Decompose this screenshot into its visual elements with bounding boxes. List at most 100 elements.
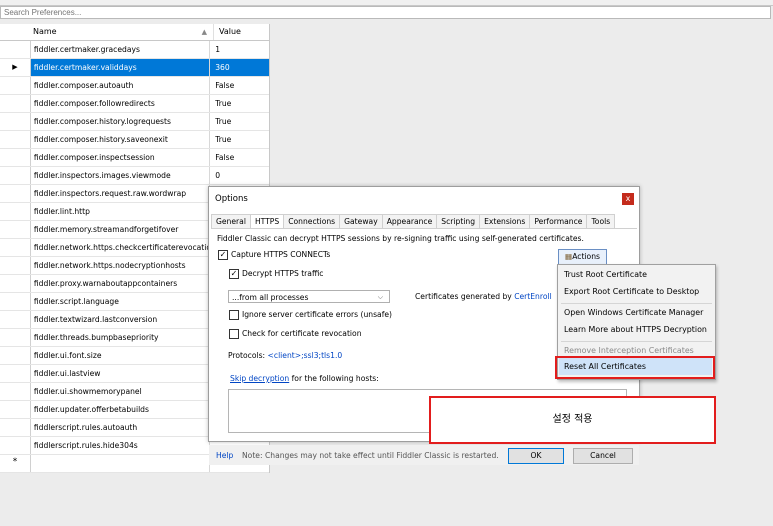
- table-row[interactable]: fiddler.composer.history.saveonexit True: [0, 131, 269, 149]
- preference-name[interactable]: fiddler.lint.http: [31, 203, 211, 220]
- preference-name[interactable]: fiddler.network.https.checkcertificatere…: [31, 239, 211, 256]
- row-selector[interactable]: [0, 275, 31, 292]
- preference-name[interactable]: fiddler.composer.autoauth: [31, 77, 211, 94]
- capture-https-checkbox[interactable]: ✓: [218, 250, 228, 260]
- preference-value[interactable]: False: [210, 149, 269, 166]
- table-row[interactable]: fiddler.inspectors.images.viewmode 0: [0, 167, 269, 185]
- preference-name[interactable]: fiddler.network.https.nodecryptionhosts: [31, 257, 211, 274]
- row-selector[interactable]: [0, 347, 31, 364]
- value-column-header[interactable]: Value: [214, 24, 241, 40]
- name-column-header[interactable]: Name ▲: [30, 24, 214, 40]
- menu-trust-root-certificate[interactable]: Trust Root Certificate: [564, 270, 647, 279]
- preference-name[interactable]: fiddler.certmaker.gracedays: [31, 41, 211, 58]
- actions-button[interactable]: ▦Actions: [558, 249, 607, 265]
- row-selector[interactable]: [0, 131, 31, 148]
- process-filter-select[interactable]: ...from all processes ⌵: [228, 290, 390, 303]
- new-row-name[interactable]: [31, 455, 211, 472]
- preference-value[interactable]: 0: [210, 167, 269, 184]
- table-row[interactable]: fiddler.composer.history.logrequests True: [0, 113, 269, 131]
- search-preferences-input[interactable]: [0, 6, 771, 19]
- row-selector[interactable]: [0, 257, 31, 274]
- row-selector[interactable]: [0, 113, 31, 130]
- preference-name[interactable]: fiddler.updater.offerbetabuilds: [31, 401, 211, 418]
- row-selector[interactable]: [0, 383, 31, 400]
- preference-name[interactable]: fiddlerscript.rules.hide304s: [31, 437, 211, 454]
- preference-name[interactable]: fiddlerscript.rules.autoauth: [31, 419, 211, 436]
- table-row[interactable]: fiddler.composer.autoauth False: [0, 77, 269, 95]
- sort-up-icon: ▲: [201, 28, 207, 36]
- decrypt-https-checkbox[interactable]: ✓: [229, 269, 239, 279]
- preference-name[interactable]: fiddler.composer.followredirects: [31, 95, 211, 112]
- protocols-text: Protocols: <client>;ssl3;tls1.0: [228, 351, 343, 360]
- row-selector[interactable]: [0, 365, 31, 382]
- preference-name[interactable]: fiddler.threads.bumpbasepriority: [31, 329, 211, 346]
- ignore-cert-errors-checkbox[interactable]: [229, 310, 239, 320]
- help-link[interactable]: Help: [216, 451, 233, 460]
- row-selector[interactable]: [0, 311, 31, 328]
- row-selector[interactable]: [0, 419, 31, 436]
- preference-name[interactable]: fiddler.script.language: [31, 293, 211, 310]
- table-row[interactable]: fiddler.certmaker.gracedays 1: [0, 41, 269, 59]
- chevron-down-icon: ⌵: [377, 293, 383, 301]
- row-selector[interactable]: [0, 221, 31, 238]
- row-selector[interactable]: [0, 185, 31, 202]
- preference-name[interactable]: fiddler.textwizard.lastconversion: [31, 311, 211, 328]
- tab-gateway[interactable]: Gateway: [339, 214, 383, 228]
- certenroll-link[interactable]: CertEnroll: [514, 292, 552, 301]
- row-selector[interactable]: [0, 77, 31, 94]
- tab-https[interactable]: HTTPS: [249, 214, 285, 229]
- table-row[interactable]: fiddler.composer.followredirects True: [0, 95, 269, 113]
- tab-appearance[interactable]: Appearance: [381, 214, 438, 228]
- preference-value[interactable]: False: [210, 77, 269, 94]
- preference-name[interactable]: fiddler.composer.inspectsession: [31, 149, 211, 166]
- row-selector[interactable]: [0, 41, 31, 58]
- close-icon[interactable]: x: [622, 193, 634, 205]
- menu-open-certificate-manager[interactable]: Open Windows Certificate Manager: [564, 308, 703, 317]
- https-intro-text: Fiddler Classic can decrypt HTTPS sessio…: [217, 234, 584, 243]
- tab-tools[interactable]: Tools: [586, 214, 616, 228]
- row-selector[interactable]: [0, 329, 31, 346]
- menu-learn-more-https[interactable]: Learn More about HTTPS Decryption: [564, 325, 707, 334]
- ok-button[interactable]: OK: [508, 448, 564, 464]
- row-selector[interactable]: [0, 239, 31, 256]
- preference-name[interactable]: fiddler.proxy.warnaboutappcontainers: [31, 275, 211, 292]
- skip-decryption-text: Skip decryption for the following hosts:: [230, 374, 379, 383]
- tab-connections[interactable]: Connections: [283, 214, 341, 228]
- grid-header: Name ▲ Value: [0, 24, 269, 41]
- preference-value[interactable]: True: [210, 113, 269, 130]
- tab-general[interactable]: General: [211, 214, 251, 228]
- row-selector[interactable]: [0, 95, 31, 112]
- dialog-title: Options: [215, 194, 248, 204]
- row-selector[interactable]: [0, 167, 31, 184]
- preference-name[interactable]: fiddler.inspectors.request.raw.wordwrap: [31, 185, 211, 202]
- protocols-link[interactable]: <client>;ssl3;tls1.0: [268, 351, 343, 360]
- table-row[interactable]: fiddler.composer.inspectsession False: [0, 149, 269, 167]
- table-row[interactable]: ▶ fiddler.certmaker.validdays 360: [0, 59, 270, 77]
- tab-performance[interactable]: Performance: [529, 214, 588, 228]
- preference-name[interactable]: fiddler.inspectors.images.viewmode: [31, 167, 211, 184]
- preference-name[interactable]: fiddler.composer.history.saveonexit: [31, 131, 211, 148]
- preference-name[interactable]: fiddler.ui.showmemorypanel: [31, 383, 211, 400]
- cancel-button[interactable]: Cancel: [573, 448, 633, 464]
- preference-name[interactable]: fiddler.ui.lastview: [31, 365, 211, 382]
- preference-name[interactable]: fiddler.certmaker.validdays: [30, 59, 211, 76]
- preference-name[interactable]: fiddler.composer.history.logrequests: [31, 113, 211, 130]
- row-selector[interactable]: [0, 401, 31, 418]
- preference-value[interactable]: 1: [210, 41, 269, 58]
- row-selector[interactable]: [0, 203, 31, 220]
- preference-value[interactable]: True: [210, 131, 269, 148]
- skip-decryption-link[interactable]: Skip decryption: [230, 374, 289, 383]
- tab-extensions[interactable]: Extensions: [479, 214, 531, 228]
- preference-value[interactable]: 360: [210, 59, 270, 76]
- menu-export-root-certificate[interactable]: Export Root Certificate to Desktop: [564, 287, 699, 296]
- preference-name[interactable]: fiddler.ui.font.size: [31, 347, 211, 364]
- row-selector[interactable]: [0, 149, 31, 166]
- row-selector[interactable]: [0, 293, 31, 310]
- row-selector[interactable]: ▶: [0, 59, 31, 76]
- preference-name[interactable]: fiddler.memory.streamandforgetifover: [31, 221, 211, 238]
- capture-https-label: Capture HTTPS CONNECTs: [231, 250, 331, 259]
- tab-scripting[interactable]: Scripting: [436, 214, 481, 228]
- check-revocation-checkbox[interactable]: [229, 329, 239, 339]
- preference-value[interactable]: True: [210, 95, 269, 112]
- row-selector[interactable]: [0, 437, 31, 454]
